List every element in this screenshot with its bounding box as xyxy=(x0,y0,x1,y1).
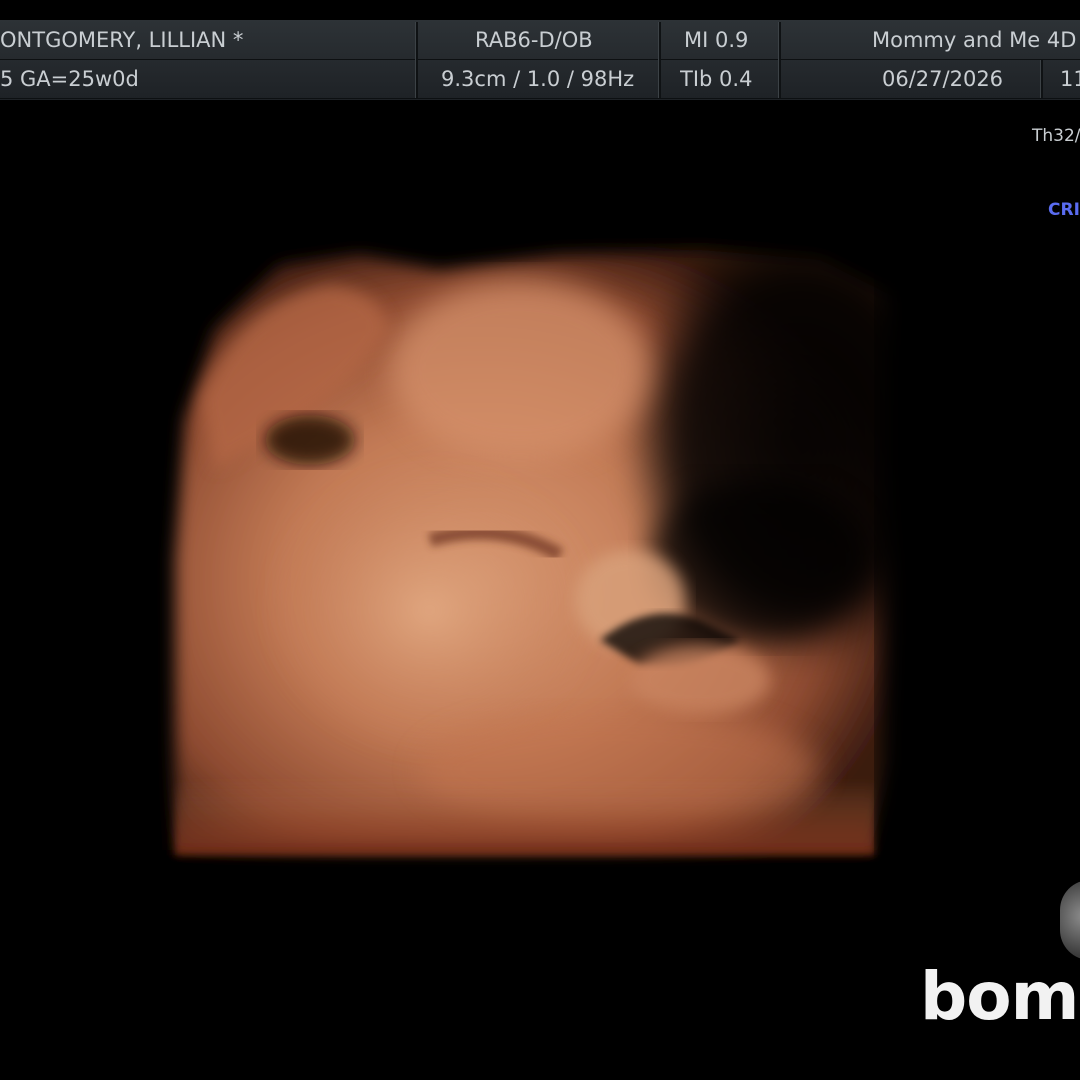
divider xyxy=(1040,60,1043,98)
ultrasound-screen: ONTGOMERY, LILLIAN * RAB6-D/OB MI 0.9 Mo… xyxy=(0,0,1080,1080)
info-row-2: 5 GA=25w0d 9.3cm / 1.0 / 98Hz TIb 0.4 06… xyxy=(0,60,1080,99)
threshold-label: Th32/ xyxy=(1032,126,1080,146)
divider xyxy=(778,22,781,98)
divider xyxy=(658,22,661,98)
gestational-age: 5 GA=25w0d xyxy=(0,67,139,91)
info-row-1: ONTGOMERY, LILLIAN * RAB6-D/OB MI 0.9 Mo… xyxy=(0,21,1080,60)
mechanical-index: MI 0.9 xyxy=(684,28,749,52)
patient-name: ONTGOMERY, LILLIAN * xyxy=(0,28,244,52)
exam-date: 06/27/2026 xyxy=(882,67,1004,91)
depth-frequency: 9.3cm / 1.0 / 98Hz xyxy=(441,67,635,91)
probe-preset: RAB6-D/OB xyxy=(475,28,593,52)
thermal-index: TIb 0.4 xyxy=(680,67,753,91)
watermark-logo: bomo xyxy=(920,958,1080,1035)
scan-info-bar: ONTGOMERY, LILLIAN * RAB6-D/OB MI 0.9 Mo… xyxy=(0,20,1080,100)
facility-name: Mommy and Me 4D xyxy=(872,28,1077,52)
exam-time: 11 xyxy=(1060,67,1080,91)
fetal-3d-render xyxy=(175,210,975,860)
divider xyxy=(415,22,418,98)
cri-label: CRI xyxy=(1048,200,1080,220)
